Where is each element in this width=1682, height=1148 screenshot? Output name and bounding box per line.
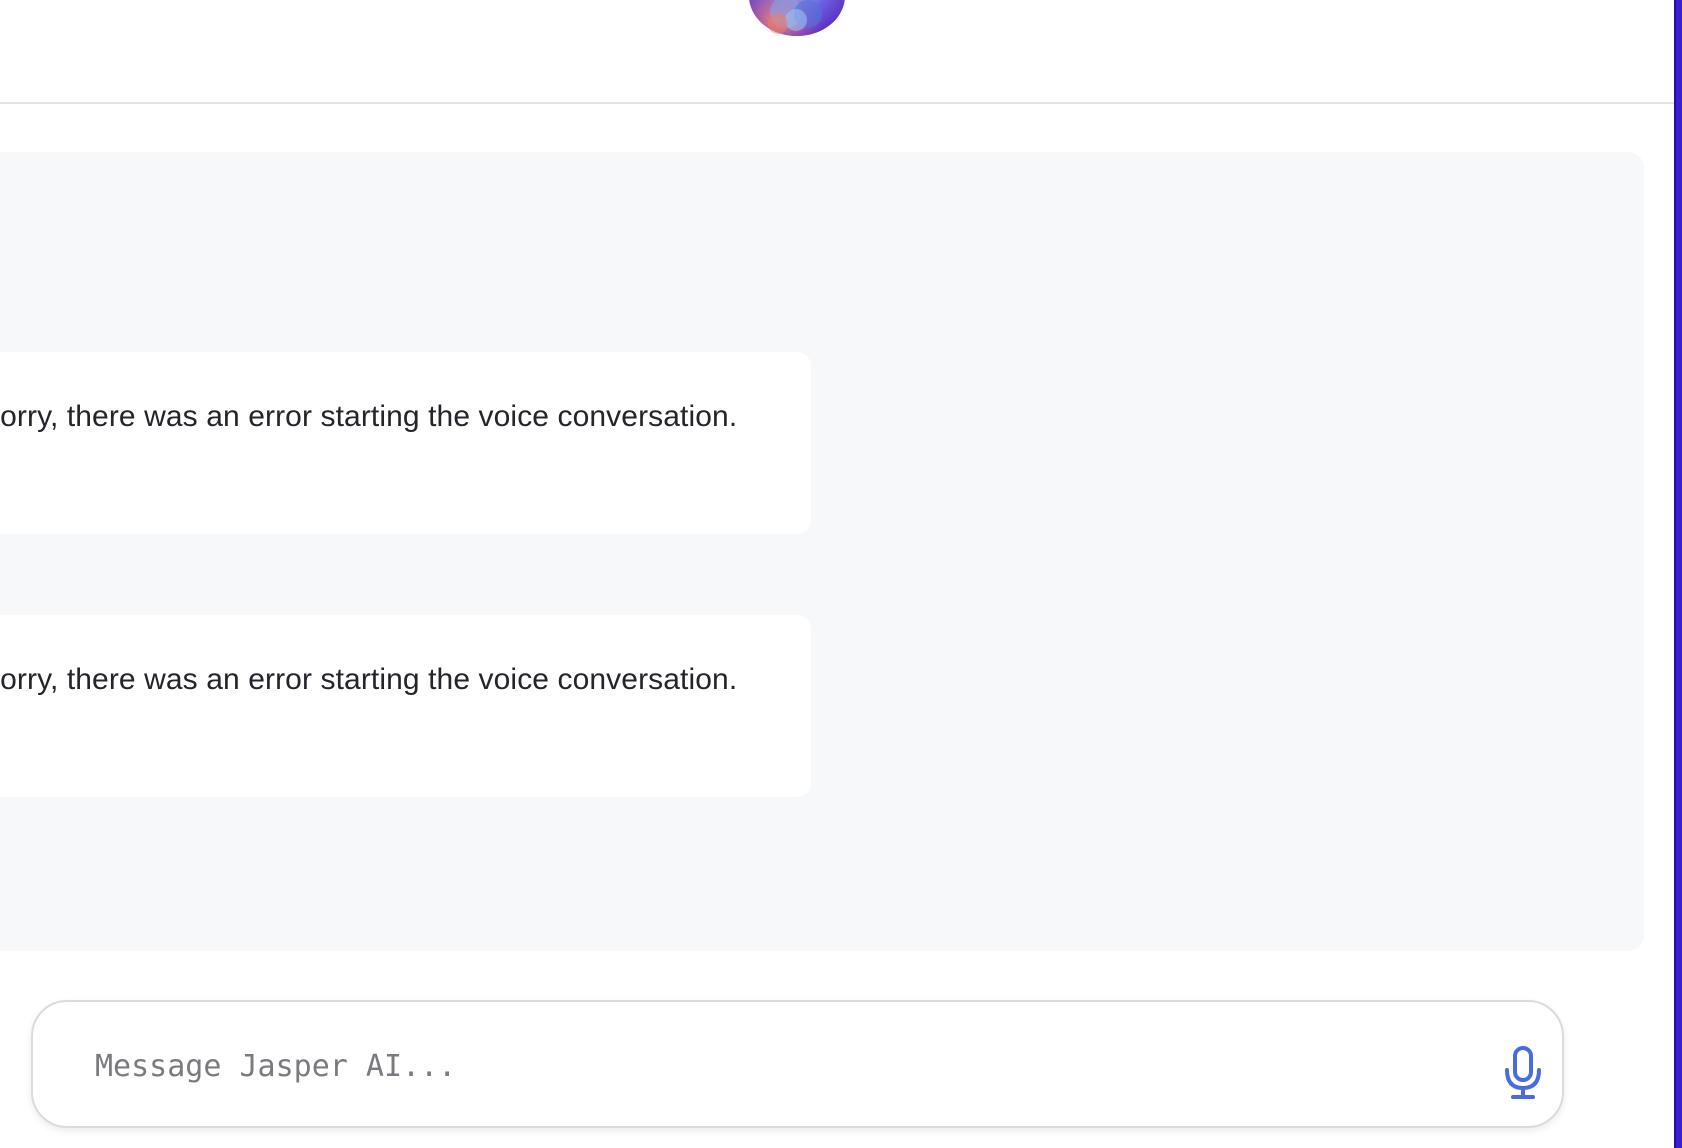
message-input[interactable] xyxy=(93,1036,1397,1096)
jasper-logo-icon xyxy=(748,0,846,38)
message-composer xyxy=(31,1000,1564,1128)
window-edge xyxy=(1674,0,1682,1148)
assistant-message: Sorry, there was an error starting the v… xyxy=(0,352,811,534)
chat-messages-panel: Sorry, there was an error starting the v… xyxy=(0,152,1644,951)
microphone-button[interactable] xyxy=(1499,1046,1547,1100)
message-text: Sorry, there was an error starting the v… xyxy=(0,400,738,433)
assistant-message: Sorry, there was an error starting the v… xyxy=(0,615,811,797)
microphone-icon xyxy=(1499,1046,1547,1104)
message-text: Sorry, there was an error starting the v… xyxy=(0,663,738,696)
chat-header xyxy=(0,0,1674,104)
